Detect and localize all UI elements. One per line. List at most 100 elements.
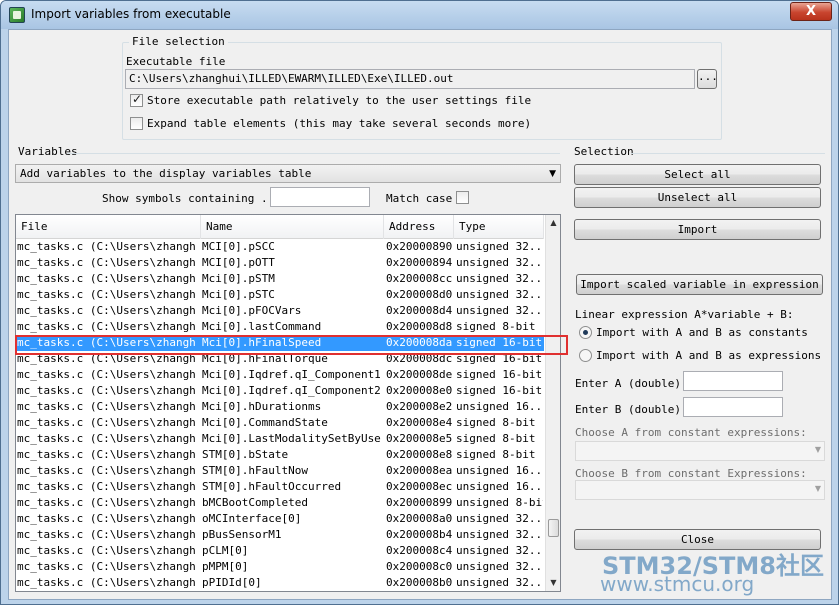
browse-button[interactable]: ... [697,69,718,89]
table-row[interactable]: mc_tasks.c (C:\Users\zhangh... STM[0].hFa… [16,463,544,479]
table-row[interactable]: mc_tasks.c (C:\Users\zhangh... MCI[0].pOT… [16,255,544,271]
table-row[interactable]: mc_tasks.c (C:\Users\zhangh... Mci[0].pST… [16,287,544,303]
cell-type: unsigned 16... [456,464,543,477]
cell-address: 0x200008c0 [386,560,452,573]
table-row[interactable]: mc_tasks.c (C:\Users\zhangh... pMPM[0] 0x2… [16,559,544,575]
import-dialog-window: Import variables from executable X File … [0,0,839,605]
chevron-down-icon: ▼ [549,169,556,179]
variables-action-select[interactable]: Add variables to the display variables t… [15,164,561,183]
table-row[interactable]: mc_tasks.c (C:\Users\zhangh... Mci[0].Iqd… [16,367,544,383]
scroll-down-arrow-icon[interactable]: ▼ [546,575,560,591]
table-row[interactable]: mc_tasks.c (C:\Users\zhangh... bMCBootCom… [16,495,544,511]
cell-file: mc_tasks.c (C:\Users\zhangh... [17,432,198,445]
cell-type: unsigned 32... [456,256,543,269]
symbol-filter-input[interactable] [270,187,370,207]
match-case-checkbox[interactable] [456,191,469,204]
table-row[interactable]: mc_tasks.c (C:\Users\zhangh... Mci[0].pFO… [16,303,544,319]
table-row[interactable]: mc_tasks.c (C:\Users\zhangh... Mci[0].Com… [16,415,544,431]
cell-name: MCI[0].pOTT [202,256,275,269]
store-relative-checkbox[interactable] [130,92,143,107]
enter-a-input[interactable] [683,371,783,391]
cell-type: signed 8-bit [456,320,536,333]
table-row[interactable]: mc_tasks.c (C:\Users\zhangh... STM[0].bSt… [16,447,544,463]
cell-file: mc_tasks.c (C:\Users\zhangh... [17,416,198,429]
cell-type: signed 8-bit [456,416,536,429]
scrollbar-thumb[interactable] [548,519,559,537]
cell-address: 0x20000894 [386,256,452,269]
chevron-down-icon: ▼ [814,445,821,454]
cell-type: unsigned 8-bit [456,496,543,509]
import-scaled-button[interactable]: Import scaled variable in expression [576,274,823,295]
cell-address: 0x200008e5 [386,432,452,445]
cell-file: mc_tasks.c (C:\Users\zhangh... [17,368,198,381]
cell-type: unsigned 32... [456,560,543,573]
cell-address: 0x20000899 [386,496,452,509]
cell-name: Mci[0].CommandState [202,416,328,429]
column-header-name[interactable]: Name [201,215,384,239]
enter-a-label: Enter A (double): [575,377,688,390]
constants-radio[interactable] [579,326,592,339]
app-icon [9,7,25,23]
enter-b-label: Enter B (double): [575,403,688,416]
cell-type: unsigned 16... [456,480,543,493]
cell-address: 0x200008b0 [386,576,452,589]
watermark: STM32/STM8社区 www.stmcu.org [596,516,836,596]
cell-address: 0x200008e4 [386,416,452,429]
cell-type: unsigned 32... [456,512,543,525]
table-scrollbar[interactable]: ▲ ▼ [545,215,560,591]
table-header: File Name Address Type [16,215,544,239]
cell-address: 0x200008a0 [386,512,452,525]
cell-name: Mci[0].pSTM [202,272,275,285]
select-all-button[interactable]: Select all [574,164,821,185]
cell-file: mc_tasks.c (C:\Users\zhangh... [17,304,198,317]
column-header-type[interactable]: Type [454,215,544,239]
executable-path-field[interactable]: C:\Users\zhanghui\ILLED\EWARM\ILLED\Exe\… [125,69,695,89]
cell-file: mc_tasks.c (C:\Users\zhangh... [17,256,198,269]
table-row[interactable]: mc_tasks.c (C:\Users\zhangh... oMCInterfa… [16,511,544,527]
cell-file: mc_tasks.c (C:\Users\zhangh... [17,384,198,397]
table-row[interactable]: mc_tasks.c (C:\Users\zhangh... Mci[0].las… [16,319,544,335]
cell-name: Mci[0].lastCommand [202,320,322,333]
cell-type: signed 8-bit [456,448,536,461]
scroll-up-arrow-icon[interactable]: ▲ [546,215,560,231]
cell-address: 0x200008de [386,368,452,381]
title-bar[interactable]: Import variables from executable X [1,1,838,29]
expressions-radio[interactable] [579,349,592,362]
table-row[interactable]: mc_tasks.c (C:\Users\zhangh... Mci[0].hDu… [16,399,544,415]
chevron-down-icon: ▼ [814,484,821,493]
cell-name: oMCInterface[0] [202,512,302,525]
close-window-button[interactable]: X [790,2,832,21]
table-row[interactable]: mc_tasks.c (C:\Users\zhangh... Mci[0].Iqd… [16,383,544,399]
choose-a-select[interactable]: ▼ [575,441,825,461]
expressions-radio-label: Import with A and B as expressions [596,349,822,362]
cell-file: mc_tasks.c (C:\Users\zhangh... [17,272,198,285]
cell-file: mc_tasks.c (C:\Users\zhangh... [17,240,198,253]
cell-address: 0x200008cc [386,272,452,285]
unselect-all-button[interactable]: Unselect all [574,187,821,208]
cell-type: unsigned 32... [456,304,543,317]
variables-action-value: Add variables to the display variables t… [20,167,312,180]
choose-b-select[interactable]: ▼ [575,480,825,500]
table-row[interactable]: mc_tasks.c (C:\Users\zhangh... MCI[0].pSC… [16,239,544,255]
cell-file: mc_tasks.c (C:\Users\zhangh... [17,320,198,333]
table-row[interactable]: mc_tasks.c (C:\Users\zhangh... Mci[0].pST… [16,271,544,287]
table-row[interactable]: mc_tasks.c (C:\Users\zhangh... Mci[0].Las… [16,431,544,447]
table-row[interactable]: mc_tasks.c (C:\Users\zhangh... STM[0].hFa… [16,479,544,495]
cell-name: Mci[0].Iqdref.qI_Component2 [202,384,381,397]
variables-divider [67,153,560,154]
column-header-file[interactable]: File [16,215,201,239]
expand-table-checkbox[interactable] [130,117,143,130]
cell-address: 0x200008ea [386,464,452,477]
window-title: Import variables from executable [31,7,231,21]
cell-address: 0x200008d8 [386,320,452,333]
watermark-url: www.stmcu.org [600,572,755,596]
table-row[interactable]: mc_tasks.c (C:\Users\zhangh... pPIDId[0] 0… [16,575,544,591]
table-row[interactable]: mc_tasks.c (C:\Users\zhangh... pCLM[0] 0x2… [16,543,544,559]
table-row[interactable]: mc_tasks.c (C:\Users\zhangh... pBusSensor… [16,527,544,543]
import-button[interactable]: Import [574,219,821,240]
cell-file: mc_tasks.c (C:\Users\zhangh... [17,512,198,525]
cell-file: mc_tasks.c (C:\Users\zhangh... [17,288,198,301]
enter-b-input[interactable] [683,397,783,417]
cell-type: unsigned 32... [456,576,543,589]
column-header-address[interactable]: Address [384,215,454,239]
